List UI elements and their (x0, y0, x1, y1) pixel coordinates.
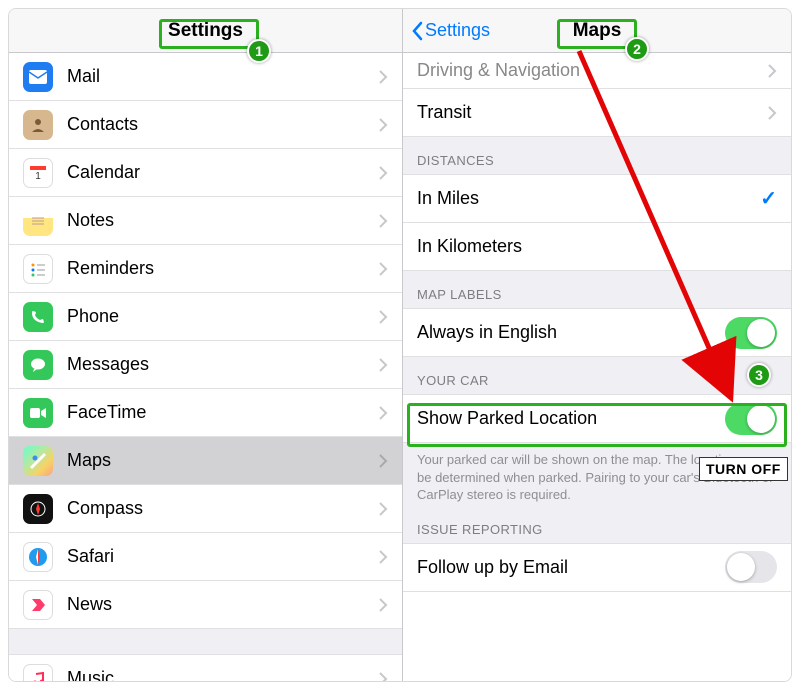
section-map-labels: MAP LABELS (403, 271, 791, 309)
chevron-left-icon (411, 21, 423, 41)
settings-item-contacts[interactable]: Contacts (9, 101, 402, 149)
settings-item-calendar[interactable]: 1 Calendar (9, 149, 402, 197)
contacts-icon (23, 110, 53, 140)
maps-icon (23, 446, 53, 476)
maps-pane: Settings Maps Driving & Navigation Trans… (402, 9, 791, 681)
show-parked-row[interactable]: Show Parked Location (403, 395, 791, 443)
calendar-icon: 1 (23, 158, 53, 188)
settings-item-label: FaceTime (67, 402, 379, 423)
checkmark-icon: ✓ (760, 186, 777, 211)
notes-icon (23, 206, 53, 236)
settings-item-messages[interactable]: Messages (9, 341, 402, 389)
always-english-toggle[interactable] (725, 317, 777, 349)
settings-item-maps[interactable]: Maps (9, 437, 402, 485)
mail-icon (23, 62, 53, 92)
show-parked-toggle[interactable] (725, 403, 777, 435)
chevron-right-icon (379, 406, 388, 420)
settings-header: Settings (9, 9, 402, 53)
maps-header: Settings Maps (403, 9, 791, 53)
compass-icon (23, 494, 53, 524)
follow-email-row[interactable]: Follow up by Email (403, 544, 791, 592)
chevron-right-icon (379, 358, 388, 372)
row-label: Show Parked Location (417, 408, 725, 429)
messages-icon (23, 350, 53, 380)
settings-item-facetime[interactable]: FaceTime (9, 389, 402, 437)
facetime-icon (23, 398, 53, 428)
follow-email-toggle[interactable] (725, 551, 777, 583)
section-gap (9, 629, 402, 655)
chevron-right-icon (379, 310, 388, 324)
chevron-right-icon (379, 550, 388, 564)
chevron-right-icon (379, 672, 388, 683)
back-label: Settings (425, 20, 490, 41)
settings-pane: Settings Mail Contacts 1 (9, 9, 402, 681)
phone-icon (23, 302, 53, 332)
settings-item-safari[interactable]: Safari (9, 533, 402, 581)
svg-text:1: 1 (35, 171, 41, 182)
chevron-right-icon (379, 454, 388, 468)
settings-item-label: Music (67, 668, 379, 682)
maps-item-transit[interactable]: Transit (403, 89, 791, 137)
settings-item-mail[interactable]: Mail (9, 53, 402, 101)
chevron-right-icon (768, 64, 777, 78)
settings-item-label: Safari (67, 546, 379, 567)
chevron-right-icon (379, 598, 388, 612)
news-icon (23, 590, 53, 620)
chevron-right-icon (768, 106, 777, 120)
settings-title: Settings (168, 20, 243, 42)
settings-item-notes[interactable]: Notes (9, 197, 402, 245)
settings-item-label: Mail (67, 66, 379, 87)
chevron-right-icon (379, 118, 388, 132)
maps-item-driving[interactable]: Driving & Navigation (403, 53, 791, 89)
settings-item-reminders[interactable]: Reminders (9, 245, 402, 293)
chevron-right-icon (379, 502, 388, 516)
section-your-car: YOUR CAR (403, 357, 791, 395)
row-label: In Kilometers (417, 236, 777, 257)
row-label: In Miles (417, 188, 760, 209)
row-label: Driving & Navigation (417, 60, 768, 81)
distances-km[interactable]: In Kilometers (403, 223, 791, 271)
settings-item-label: Reminders (67, 258, 379, 279)
settings-item-label: Contacts (67, 114, 379, 135)
settings-item-label: Phone (67, 306, 379, 327)
safari-icon (23, 542, 53, 572)
chevron-right-icon (379, 214, 388, 228)
settings-item-music[interactable]: Music (9, 655, 402, 682)
settings-item-compass[interactable]: Compass (9, 485, 402, 533)
chevron-right-icon (379, 166, 388, 180)
section-issue-reporting: ISSUE REPORTING (403, 514, 791, 544)
music-icon (23, 664, 53, 683)
maps-title: Maps (573, 20, 622, 42)
settings-item-label: Messages (67, 354, 379, 375)
always-english-row[interactable]: Always in English (403, 309, 791, 357)
settings-list: Mail Contacts 1 Calendar (9, 53, 402, 682)
maps-list: Driving & Navigation Transit DISTANCES I… (403, 53, 791, 592)
row-label: Always in English (417, 322, 725, 343)
your-car-footer: Your parked car will be shown on the map… (403, 443, 791, 514)
row-label: Transit (417, 102, 768, 123)
reminders-icon (23, 254, 53, 284)
distances-miles[interactable]: In Miles ✓ (403, 175, 791, 223)
settings-item-label: Notes (67, 210, 379, 231)
settings-item-label: Compass (67, 498, 379, 519)
back-button[interactable]: Settings (411, 9, 490, 52)
settings-item-label: Calendar (67, 162, 379, 183)
settings-item-label: News (67, 594, 379, 615)
chevron-right-icon (379, 70, 388, 84)
chevron-right-icon (379, 262, 388, 276)
settings-item-phone[interactable]: Phone (9, 293, 402, 341)
screenshot-frame: Settings Mail Contacts 1 (8, 8, 792, 682)
row-label: Follow up by Email (417, 557, 725, 578)
settings-item-news[interactable]: News (9, 581, 402, 629)
section-distances: DISTANCES (403, 137, 791, 175)
settings-item-label: Maps (67, 450, 379, 471)
